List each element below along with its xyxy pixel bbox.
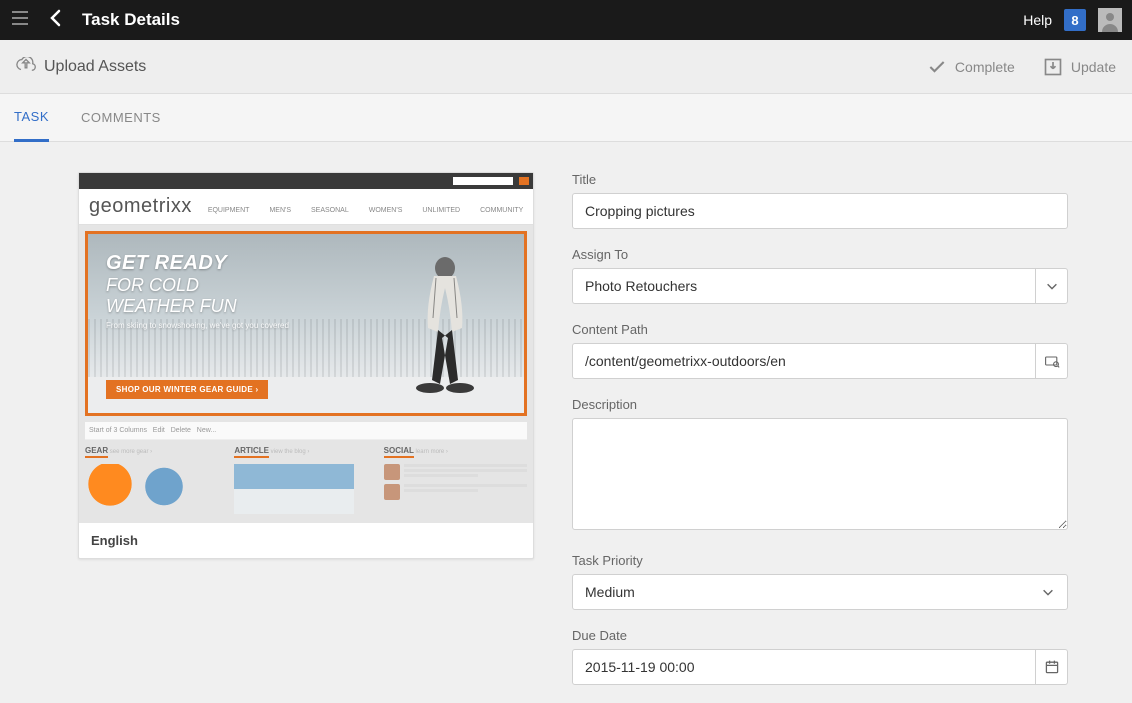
back-icon[interactable] [46,8,70,32]
title-input[interactable] [572,193,1068,229]
due-date-input[interactable] [572,649,1036,685]
preview-logo: geometrixx [89,195,192,218]
complete-label: Complete [955,59,1015,75]
update-label: Update [1071,59,1116,75]
chevron-down-icon [1041,585,1055,599]
page-title: Task Details [82,10,1023,30]
page-preview[interactable]: geometrixx EQUIPMENT MEN'S SEASONAL WOME… [79,173,533,523]
check-icon [927,57,947,77]
tab-comments[interactable]: COMMENTS [81,94,161,142]
path-browse-button[interactable] [1036,343,1068,379]
notification-badge[interactable]: 8 [1064,9,1086,31]
folder-search-icon [1044,353,1060,369]
description-label: Description [572,397,1068,412]
update-button[interactable]: Update [1043,57,1116,77]
upload-assets-label: Upload Assets [44,58,146,76]
assign-dropdown-button[interactable] [1036,268,1068,304]
due-date-label: Due Date [572,628,1068,643]
complete-button[interactable]: Complete [927,57,1015,77]
upload-icon [16,57,36,77]
tab-task[interactable]: TASK [14,94,49,142]
upload-assets-button[interactable]: Upload Assets [16,57,146,77]
path-input[interactable] [572,343,1036,379]
path-label: Content Path [572,322,1068,337]
chevron-down-icon [1045,279,1059,293]
priority-label: Task Priority [572,553,1068,568]
description-textarea[interactable] [572,418,1068,530]
help-link[interactable]: Help [1023,12,1052,28]
calendar-icon [1044,659,1060,675]
user-avatar[interactable] [1098,8,1122,32]
preview-card: geometrixx EQUIPMENT MEN'S SEASONAL WOME… [78,172,534,559]
download-box-icon [1043,57,1063,77]
due-date-picker-button[interactable] [1036,649,1068,685]
priority-select[interactable]: Medium [572,574,1068,610]
title-label: Title [572,172,1068,187]
hamburger-icon[interactable] [10,8,34,32]
assign-select[interactable]: Photo Retouchers [572,268,1036,304]
preview-caption: English [79,523,533,558]
assign-label: Assign To [572,247,1068,262]
